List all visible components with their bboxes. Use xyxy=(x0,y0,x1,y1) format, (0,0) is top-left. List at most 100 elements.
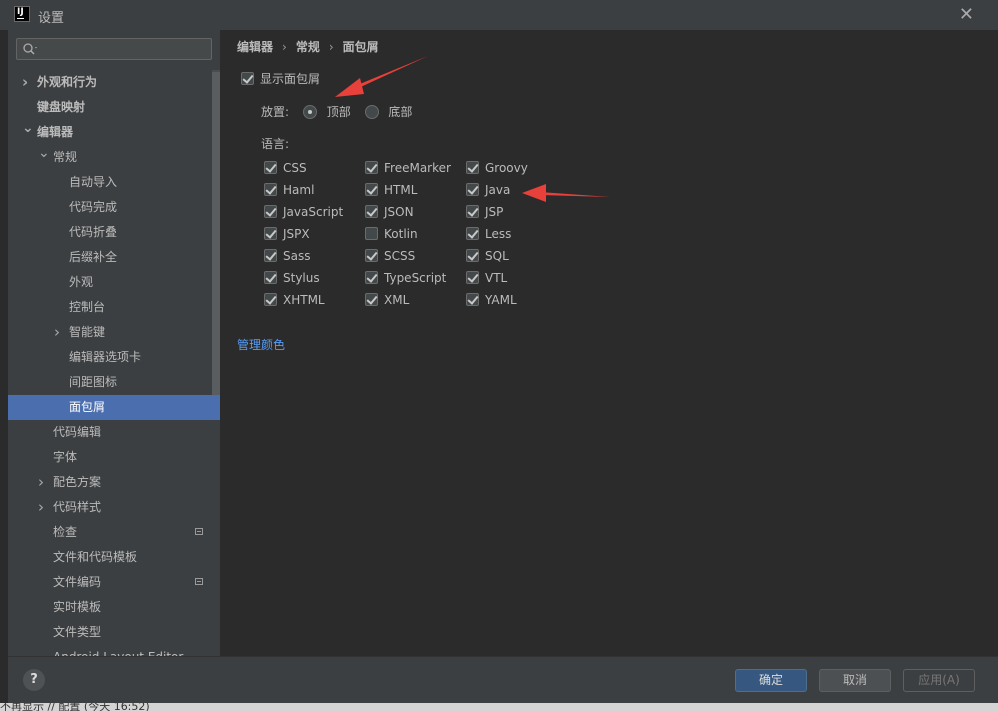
sidebar-item-label: 代码折叠 xyxy=(69,225,118,239)
language-option[interactable]: JSPX xyxy=(264,224,310,242)
sidebar-item[interactable]: › 配色方案 xyxy=(8,470,211,495)
language-option[interactable]: XHTML xyxy=(264,290,325,308)
breadcrumb-item[interactable]: 面包屑 xyxy=(343,40,379,54)
sidebar-item[interactable]: 代码折叠 xyxy=(8,220,211,245)
language-checkbox[interactable] xyxy=(466,249,479,262)
manage-colors-link[interactable]: 管理颜色 xyxy=(237,336,285,353)
placement-group: 放置: 顶部 底部 xyxy=(261,103,412,120)
language-checkbox[interactable] xyxy=(264,249,277,262)
ok-button[interactable]: 确定 xyxy=(735,669,807,692)
language-checkbox[interactable] xyxy=(466,227,479,240)
close-icon[interactable]: ✕ xyxy=(959,4,974,25)
chevron-down-icon[interactable]: ⌄ xyxy=(38,141,50,166)
language-checkbox[interactable] xyxy=(365,205,378,218)
language-option[interactable]: Haml xyxy=(264,180,314,198)
language-label: TypeScript xyxy=(384,270,447,285)
language-option[interactable]: Stylus xyxy=(264,268,320,286)
sidebar-item[interactable]: › 智能键 xyxy=(8,320,211,345)
language-option[interactable]: FreeMarker xyxy=(365,158,451,176)
language-label: JavaScript xyxy=(283,204,344,219)
language-checkbox[interactable] xyxy=(264,205,277,218)
chevron-right-icon[interactable]: › xyxy=(38,495,48,520)
sidebar-item[interactable]: 外观 xyxy=(8,270,211,295)
sidebar-item-label: 自动导入 xyxy=(69,175,118,189)
sidebar-item[interactable]: 编辑器选项卡 xyxy=(8,345,211,370)
sidebar-item[interactable]: 实时模板 xyxy=(8,595,211,620)
sidebar-item[interactable]: Android Layout Editor xyxy=(8,645,211,656)
language-checkbox[interactable] xyxy=(264,293,277,306)
help-button[interactable]: ? xyxy=(23,669,45,691)
language-option[interactable]: Kotlin xyxy=(365,224,418,242)
show-breadcrumbs-checkbox[interactable] xyxy=(241,72,254,85)
language-checkbox[interactable] xyxy=(466,161,479,174)
sidebar-item[interactable]: 面包屑 xyxy=(8,395,220,420)
language-option[interactable]: XML xyxy=(365,290,409,308)
language-option[interactable]: VTL xyxy=(466,268,507,286)
language-checkbox[interactable] xyxy=(264,271,277,284)
language-option[interactable]: Java xyxy=(466,180,510,198)
apply-button[interactable]: 应用(A) xyxy=(903,669,975,692)
language-option[interactable]: TypeScript xyxy=(365,268,446,286)
language-option[interactable]: Less xyxy=(466,224,511,242)
language-option[interactable]: YAML xyxy=(466,290,517,308)
language-option[interactable]: SCSS xyxy=(365,246,415,264)
sidebar-item-label: 实时模板 xyxy=(53,600,102,614)
language-option[interactable]: Sass xyxy=(264,246,310,264)
language-checkbox[interactable] xyxy=(264,227,277,240)
sidebar-item[interactable]: ⌄ 常规 xyxy=(8,145,211,170)
language-checkbox[interactable] xyxy=(365,227,378,240)
language-label: JSON xyxy=(384,204,414,219)
settings-sidebar: › 外观和行为 键盘映射 ⌄ 编辑器 ⌄ 常规 自动导入 代码完成 代码折叠 后缀补全 外观 控制台 › 智… xyxy=(8,30,220,656)
language-label: Haml xyxy=(283,182,315,197)
language-option[interactable]: JSP xyxy=(466,202,503,220)
search-input[interactable] xyxy=(16,38,212,60)
language-option[interactable]: SQL xyxy=(466,246,509,264)
sidebar-item[interactable]: 文件类型 xyxy=(8,620,211,645)
language-checkbox[interactable] xyxy=(365,271,378,284)
sidebar-item-label: 后缀补全 xyxy=(69,250,118,264)
language-checkbox[interactable] xyxy=(466,293,479,306)
chevron-right-icon[interactable]: › xyxy=(22,70,32,95)
language-option[interactable]: JavaScript xyxy=(264,202,343,220)
language-checkbox[interactable] xyxy=(264,161,277,174)
dialog-button-bar: ? 确定 取消 应用(A) xyxy=(8,656,998,704)
sidebar-item[interactable]: 文件和代码模板 xyxy=(8,545,211,570)
chevron-down-icon[interactable]: ⌄ xyxy=(22,116,34,141)
placement-top-label: 顶部 xyxy=(326,105,351,119)
language-checkbox[interactable] xyxy=(466,183,479,196)
language-option[interactable]: CSS xyxy=(264,158,307,176)
language-label: JSPX xyxy=(283,226,310,241)
sidebar-item-label: 检查 xyxy=(53,525,78,539)
sidebar-item-label: 代码编辑 xyxy=(53,425,102,439)
language-checkbox[interactable] xyxy=(365,161,378,174)
show-breadcrumbs-option[interactable]: 显示面包屑 xyxy=(241,70,320,87)
sidebar-item[interactable]: › 外观和行为 xyxy=(8,70,211,95)
sidebar-item[interactable]: › 代码样式 xyxy=(8,495,211,520)
placement-bottom-radio[interactable] xyxy=(364,104,379,119)
placement-top-radio[interactable] xyxy=(302,104,317,119)
cancel-button[interactable]: 取消 xyxy=(819,669,891,692)
language-option[interactable]: JSON xyxy=(365,202,414,220)
language-checkbox[interactable] xyxy=(264,183,277,196)
breadcrumb-item[interactable]: 常规 xyxy=(296,40,320,54)
sidebar-item[interactable]: 间距图标 xyxy=(8,370,211,395)
language-checkbox[interactable] xyxy=(466,271,479,284)
sidebar-item[interactable]: 键盘映射 xyxy=(8,95,211,120)
language-option[interactable]: Groovy xyxy=(466,158,528,176)
sidebar-item[interactable]: 控制台 xyxy=(8,295,211,320)
sidebar-item[interactable]: 代码编辑 xyxy=(8,420,211,445)
sidebar-item[interactable]: 后缀补全 xyxy=(8,245,211,270)
sidebar-item[interactable]: 文件编码 xyxy=(8,570,211,595)
chevron-right-icon[interactable]: › xyxy=(54,320,64,345)
sidebar-item[interactable]: 字体 xyxy=(8,445,211,470)
language-option[interactable]: HTML xyxy=(365,180,417,198)
chevron-right-icon[interactable]: › xyxy=(38,470,48,495)
language-checkbox[interactable] xyxy=(365,183,378,196)
sidebar-item[interactable]: 检查 xyxy=(8,520,211,545)
sidebar-item[interactable]: 自动导入 xyxy=(8,170,211,195)
language-checkbox[interactable] xyxy=(365,293,378,306)
sidebar-item[interactable]: 代码完成 xyxy=(8,195,211,220)
breadcrumb-item[interactable]: 编辑器 xyxy=(237,40,273,54)
language-checkbox[interactable] xyxy=(365,249,378,262)
language-checkbox[interactable] xyxy=(466,205,479,218)
